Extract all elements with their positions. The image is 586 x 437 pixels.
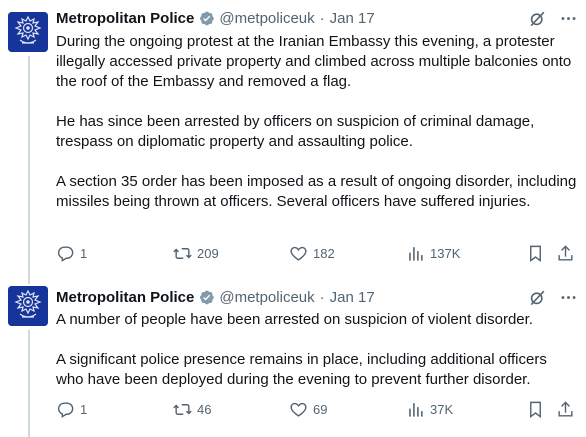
share-button[interactable] xyxy=(556,400,575,419)
tweet-header: Metropolitan Police @metpoliceuk · Jan 1… xyxy=(56,287,375,307)
tweet-header: Metropolitan Police @metpoliceuk · Jan 1… xyxy=(56,8,375,28)
share-icon xyxy=(558,245,573,261)
bookmark-icon xyxy=(530,401,541,419)
tweet-actions: 1 46 69 37K xyxy=(56,400,576,420)
tweet-paragraph: A section 35 order has been imposed as a… xyxy=(56,173,577,210)
met-police-crest-icon xyxy=(8,12,48,52)
tweet-actions: 1 209 182 137K xyxy=(56,244,576,264)
like-icon xyxy=(290,246,307,261)
like-icon xyxy=(290,402,307,417)
author-name[interactable]: Metropolitan Police xyxy=(56,289,194,306)
repost-button[interactable]: 46 xyxy=(173,400,211,419)
met-police-crest-icon xyxy=(8,286,48,326)
author-handle[interactable]: @metpoliceuk xyxy=(219,10,314,27)
tweet-text: A number of people have been arrested on… xyxy=(56,310,578,390)
bookmark-icon xyxy=(530,245,541,263)
repost-icon xyxy=(173,248,192,259)
share-icon xyxy=(558,401,573,417)
thread-connector xyxy=(28,330,30,437)
verified-badge-icon xyxy=(198,289,215,306)
separator: · xyxy=(319,288,325,306)
reply-count: 1 xyxy=(80,246,88,261)
tweet-date[interactable]: Jan 17 xyxy=(330,10,375,27)
bookmark-button[interactable] xyxy=(526,400,545,419)
avatar[interactable] xyxy=(8,12,48,52)
more-options-icon[interactable] xyxy=(559,288,578,307)
reply-button[interactable]: 1 xyxy=(56,244,87,263)
more-options-icon[interactable] xyxy=(559,9,578,28)
tweet-paragraph: A number of people have been arrested on… xyxy=(56,311,533,328)
author-handle[interactable]: @metpoliceuk xyxy=(219,289,314,306)
views-button[interactable]: 137K xyxy=(406,244,460,263)
repost-count: 46 xyxy=(197,402,212,417)
like-count: 69 xyxy=(313,402,328,417)
views-count: 37K xyxy=(430,402,454,417)
views-count: 137K xyxy=(430,246,461,261)
repost-button[interactable]: 209 xyxy=(173,244,219,263)
reply-icon xyxy=(57,246,74,262)
thread-connector xyxy=(28,56,30,284)
tweet-paragraph: He has since been arrested by officers o… xyxy=(56,113,535,150)
reply-button[interactable]: 1 xyxy=(56,400,87,419)
tweet-paragraph: A significant police presence remains in… xyxy=(56,351,547,388)
repost-count: 209 xyxy=(197,246,219,261)
bookmark-button[interactable] xyxy=(526,244,545,263)
views-icon xyxy=(409,403,423,417)
like-button[interactable]: 182 xyxy=(289,244,335,263)
views-button[interactable]: 37K xyxy=(406,400,453,419)
like-button[interactable]: 69 xyxy=(289,400,327,419)
like-count: 182 xyxy=(313,246,335,261)
views-icon xyxy=(409,247,423,261)
avatar[interactable] xyxy=(8,286,48,326)
grok-icon[interactable] xyxy=(528,288,547,307)
share-button[interactable] xyxy=(556,244,575,263)
author-name[interactable]: Metropolitan Police xyxy=(56,10,194,27)
tweet-date[interactable]: Jan 17 xyxy=(330,289,375,306)
tweet-top-actions xyxy=(528,288,578,307)
reply-count: 1 xyxy=(80,402,88,417)
repost-icon xyxy=(173,404,192,415)
verified-badge-icon xyxy=(198,10,215,27)
separator: · xyxy=(319,9,325,27)
grok-icon[interactable] xyxy=(528,9,547,28)
tweet-text: During the ongoing protest at the Irania… xyxy=(56,32,578,212)
tweet-top-actions xyxy=(528,9,578,28)
reply-icon xyxy=(57,402,74,418)
tweet-paragraph: During the ongoing protest at the Irania… xyxy=(56,33,572,90)
